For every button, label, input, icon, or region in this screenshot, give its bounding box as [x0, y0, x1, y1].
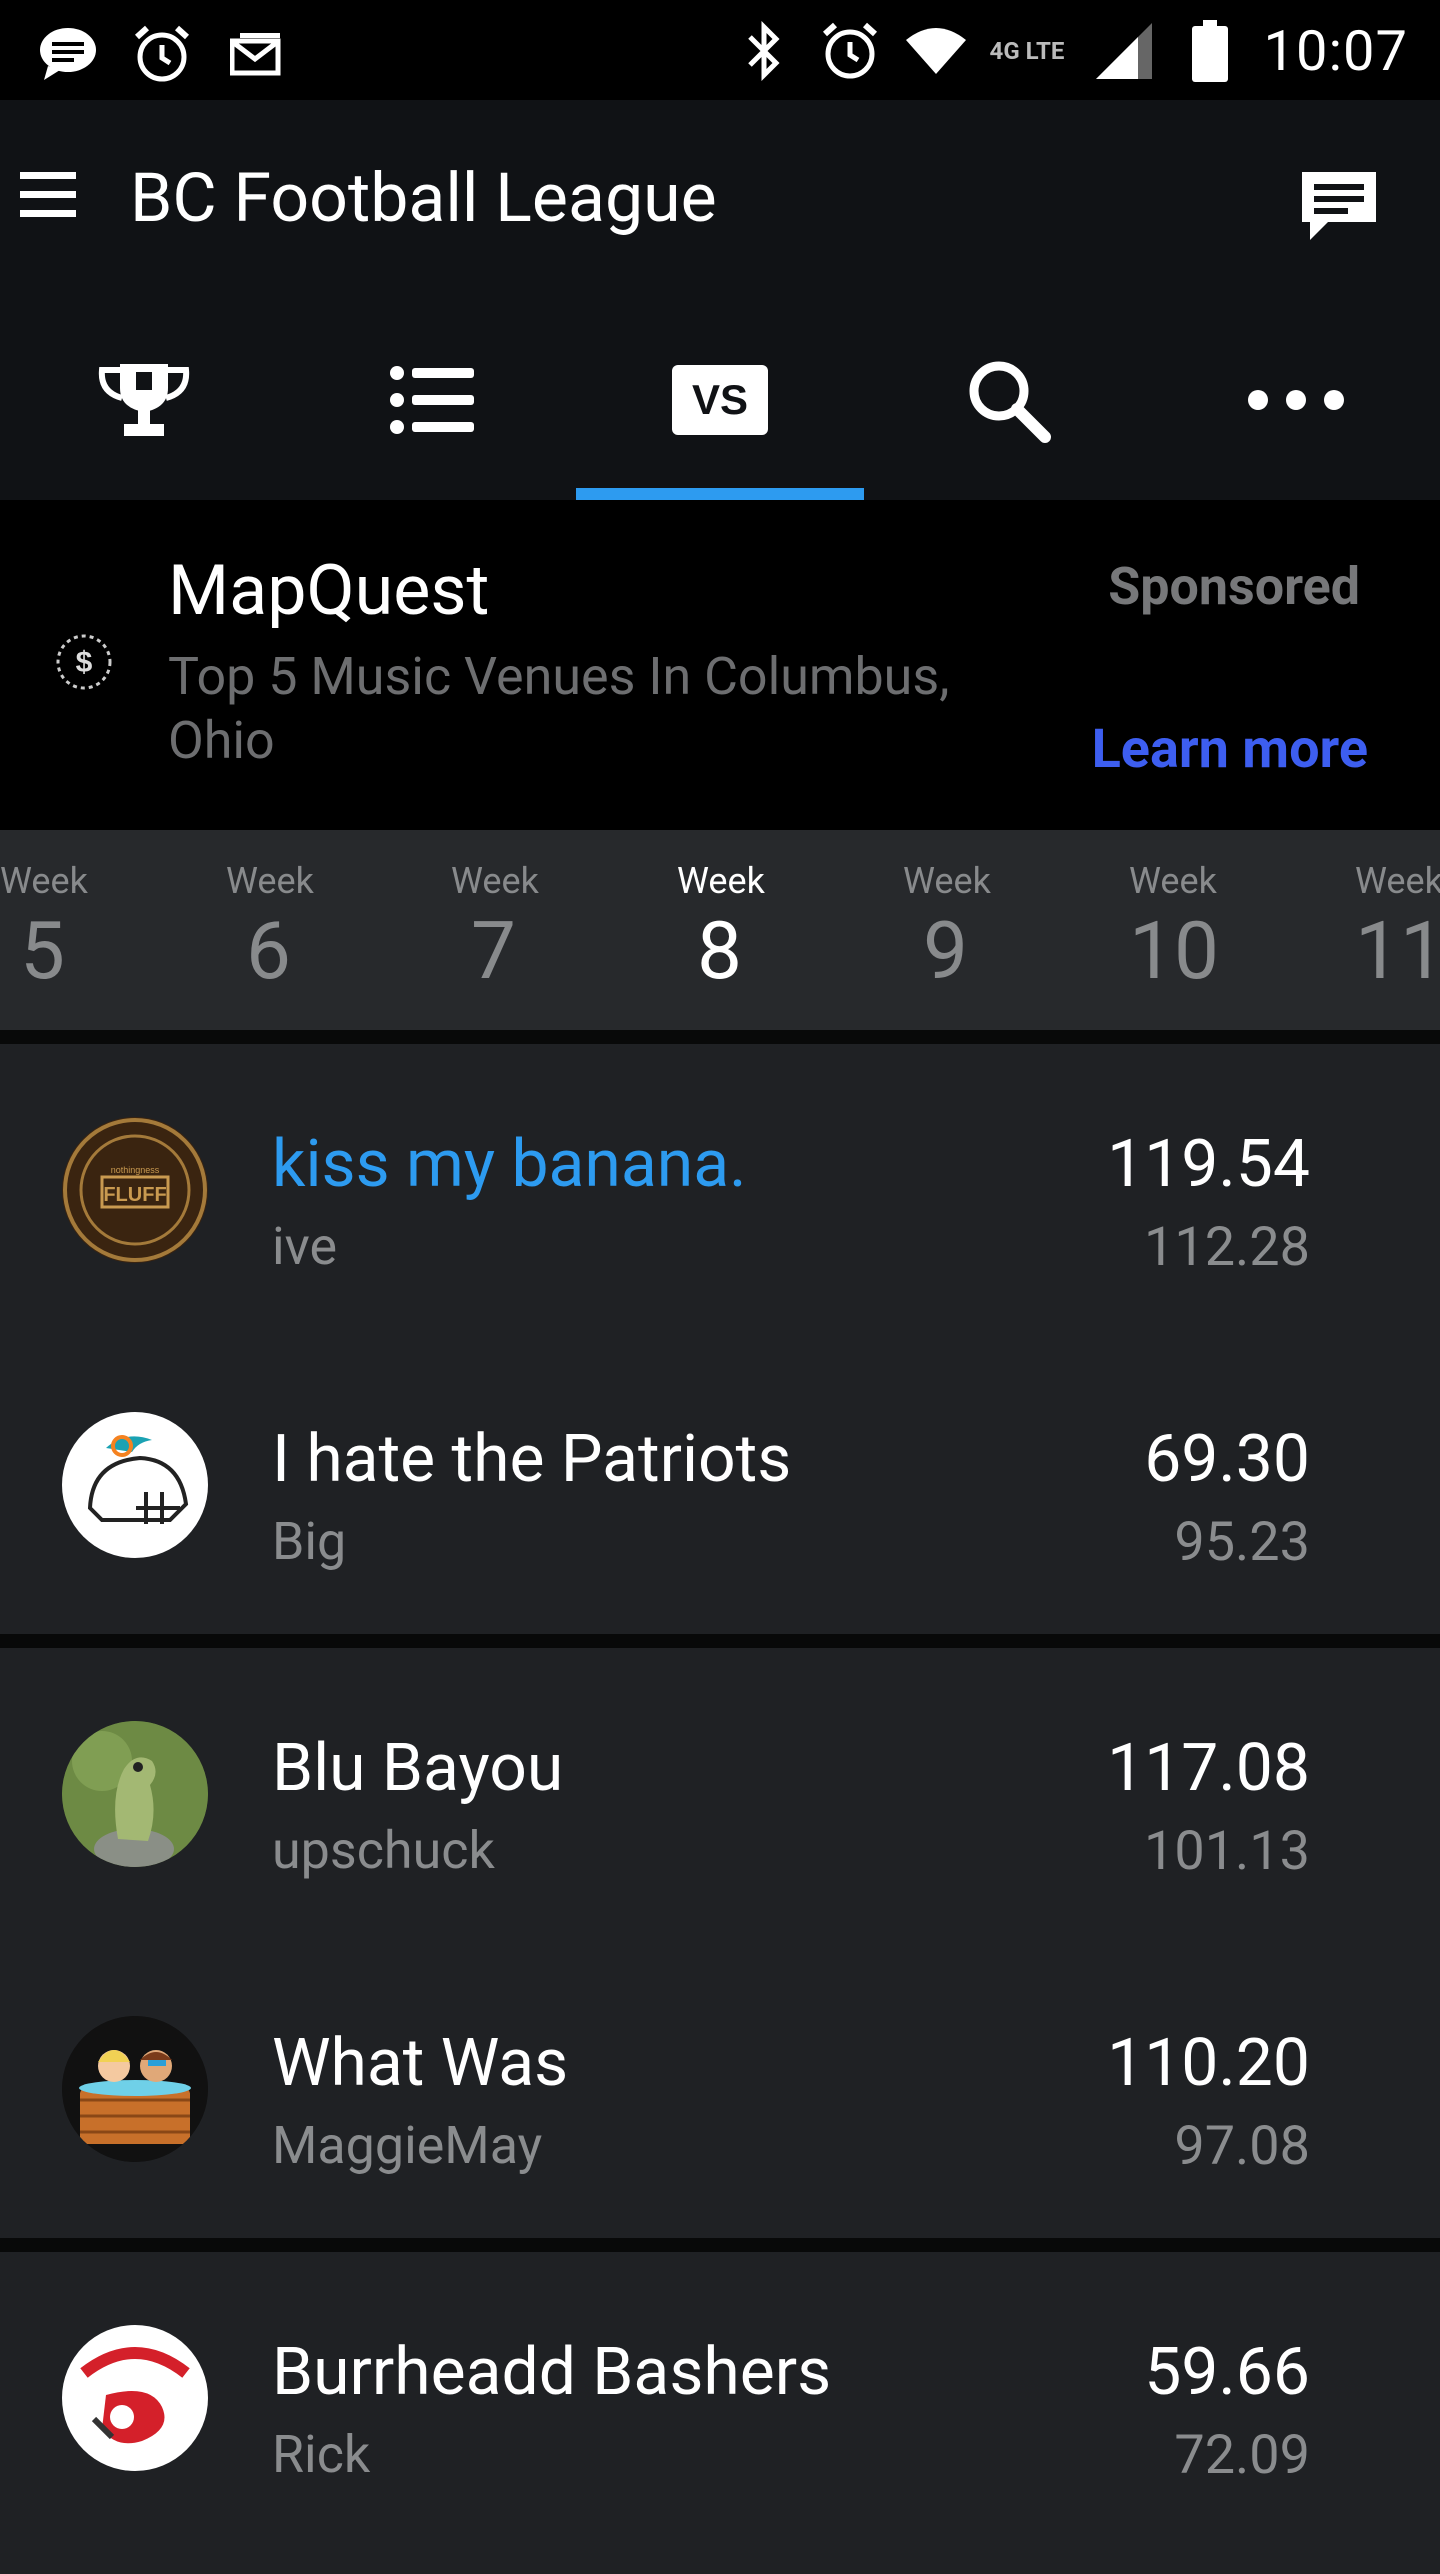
- battery-icon: [1178, 19, 1242, 83]
- week-item-6[interactable]: Week 6: [226, 860, 426, 1020]
- team-name: Burrheadd Bashers: [272, 2334, 832, 2411]
- matchup-card[interactable]: Burrheadd Bashers Rick 59.66 72.09: [0, 2238, 1440, 2574]
- team-projected-score: 72.09: [1174, 2424, 1310, 2487]
- trophy-icon: [98, 364, 190, 436]
- tab-search[interactable]: [864, 300, 1152, 500]
- week-item-7[interactable]: Week 7: [451, 860, 651, 1020]
- week-item-8[interactable]: Week 8: [677, 860, 877, 1020]
- team-projected-score: 95.23: [1174, 1511, 1310, 1574]
- week-number: 6: [246, 904, 291, 998]
- wifi-icon: [904, 19, 968, 83]
- team-owner: ive: [272, 1216, 338, 1277]
- bashers-logo-avatar: [62, 2325, 208, 2471]
- matchup-team-row[interactable]: What Was MaggieMay 110.20 97.08: [0, 1943, 1440, 2238]
- messages-icon: [36, 22, 100, 86]
- alarm-icon: [130, 22, 194, 86]
- matchup-card[interactable]: Blu Bayou upschuck 117.08 101.13 What Wa…: [0, 1634, 1440, 2238]
- team-score: 110.20: [1107, 2025, 1310, 2102]
- dolphins-helmet-avatar: [62, 1412, 208, 1558]
- team-projected-score: 112.28: [1144, 1216, 1310, 1279]
- week-number: 7: [471, 904, 516, 998]
- team-name: kiss my banana.: [272, 1126, 747, 1203]
- matchup-team-row[interactable]: I hate the Patriots Big 69.30 95.23: [0, 1339, 1440, 1634]
- team-projected-score: 101.13: [1144, 1820, 1310, 1883]
- ad-advertiser: MapQuest: [168, 550, 490, 632]
- week-number: 9: [923, 904, 968, 998]
- team-owner: MaggieMay: [272, 2115, 543, 2176]
- search-icon: [969, 361, 1051, 443]
- team-score: 69.30: [1144, 1421, 1310, 1498]
- team-score: 117.08: [1107, 1730, 1310, 1807]
- list-icon: [390, 366, 474, 434]
- sponsored-ad[interactable]: $ MapQuest Top 5 Music Venues In Columbu…: [0, 500, 1440, 830]
- week-number: 5: [20, 904, 65, 998]
- learn-more-link[interactable]: Learn more: [1092, 718, 1368, 781]
- team-name: What Was: [272, 2025, 569, 2102]
- team-owner: Rick: [272, 2424, 371, 2485]
- app-bar: BC Football League: [0, 100, 1440, 300]
- sponsored-label: Sponsored: [1108, 556, 1360, 617]
- more-icon: [1248, 390, 1344, 410]
- week-label: Week: [903, 860, 991, 902]
- chat-icon[interactable]: [1298, 168, 1380, 248]
- week-item-11[interactable]: Week 11: [1355, 860, 1440, 1020]
- week-label: Week: [1355, 860, 1440, 902]
- week-item-9[interactable]: Week 9: [903, 860, 1103, 1020]
- week-label: Week: [677, 860, 765, 902]
- signal-icon: [1092, 19, 1156, 83]
- vs-icon: VS: [672, 365, 768, 435]
- team-owner: Big: [272, 1511, 347, 1572]
- vs-label: VS: [691, 376, 749, 423]
- week-number: 11: [1355, 904, 1440, 998]
- status-bar: 4G LTE 10:07: [0, 0, 1440, 100]
- tab-list[interactable]: [288, 300, 576, 500]
- week-item-10[interactable]: Week 10: [1129, 860, 1329, 1020]
- bluetooth-icon: [732, 19, 796, 83]
- team-score: 119.54: [1107, 1126, 1310, 1203]
- team-name: I hate the Patriots: [272, 1421, 792, 1498]
- ad-description: Top 5 Music Venues In Columbus, Ohio: [168, 646, 950, 771]
- hamburger-menu-icon[interactable]: [20, 170, 76, 226]
- status-system-icons: 4G LTE 10:07: [732, 18, 1408, 84]
- main-tabs: VS: [0, 300, 1440, 500]
- network-type-label: 4G LTE: [989, 37, 1065, 65]
- status-notifications: [36, 22, 288, 86]
- matchup-team-row[interactable]: Blu Bayou upschuck 117.08 101.13: [0, 1648, 1440, 1943]
- week-label: Week: [1129, 860, 1217, 902]
- week-label: Week: [451, 860, 539, 902]
- svg-text:nothingness: nothingness: [111, 1165, 160, 1175]
- alarm-icon: [818, 19, 882, 83]
- team-name: Blu Bayou: [272, 1730, 564, 1807]
- team-owner: upschuck: [272, 1820, 495, 1881]
- tab-vs[interactable]: VS: [576, 300, 864, 500]
- page-title: BC Football League: [130, 158, 717, 238]
- week-number: 10: [1129, 904, 1219, 998]
- tab-more[interactable]: [1152, 300, 1440, 500]
- hot-tub-avatar: [62, 2016, 208, 2162]
- tab-trophy[interactable]: [0, 300, 288, 500]
- fluff-logo-avatar: FLUFF nothingness: [62, 1117, 208, 1263]
- active-tab-indicator: [576, 488, 864, 500]
- mail-icon: [224, 22, 288, 86]
- matchup-card[interactable]: FLUFF nothingness kiss my banana. ive 119…: [0, 1030, 1440, 1634]
- week-label: Week: [226, 860, 314, 902]
- week-selector[interactable]: Week 5 Week 6 Week 7 Week 8 Week 9 Week …: [0, 830, 1440, 1030]
- matchup-team-row[interactable]: Burrheadd Bashers Rick 59.66 72.09: [0, 2252, 1440, 2547]
- team-score: 59.66: [1144, 2334, 1310, 2411]
- week-label: Week: [0, 860, 88, 902]
- week-item-5[interactable]: Week 5: [0, 860, 200, 1020]
- week-number: 8: [697, 904, 742, 998]
- clock: 10:07: [1263, 18, 1408, 84]
- matchup-team-row[interactable]: FLUFF nothingness kiss my banana. ive 119…: [0, 1044, 1440, 1339]
- team-projected-score: 97.08: [1174, 2115, 1310, 2178]
- svg-text:FLUFF: FLUFF: [103, 1184, 166, 1206]
- dollar-sun-icon: $: [52, 630, 116, 694]
- svg-text:$: $: [76, 646, 93, 679]
- frog-avatar: [62, 1721, 208, 1867]
